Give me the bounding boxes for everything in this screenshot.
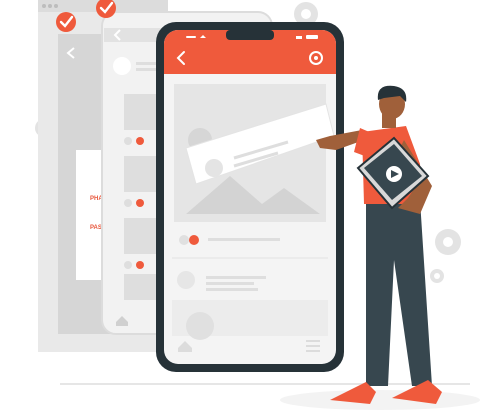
image-icon: [124, 274, 160, 300]
gear-icon: [435, 229, 461, 255]
gear-icon: [430, 269, 444, 283]
main-phone: [156, 22, 344, 372]
phone-notch: [226, 30, 274, 40]
pants: [366, 200, 432, 386]
image-icon: [124, 94, 160, 130]
back-screen-label-2: PAS: [90, 225, 102, 231]
caption-line: [208, 238, 280, 241]
floor-shadow: [280, 390, 480, 410]
avatar-icon: [177, 271, 195, 289]
image-icon: [124, 218, 160, 254]
avatar-icon: [113, 57, 131, 75]
avatar-icon: [205, 159, 223, 177]
menu-icon[interactable]: [306, 340, 320, 352]
battery-icon: [306, 35, 318, 39]
checkmark-badge-icon: [56, 12, 76, 32]
image-icon: [124, 156, 160, 192]
signal-icon: [296, 36, 302, 39]
play-icon: [386, 166, 402, 182]
illustration: PHA PAS: [35, 0, 480, 410]
